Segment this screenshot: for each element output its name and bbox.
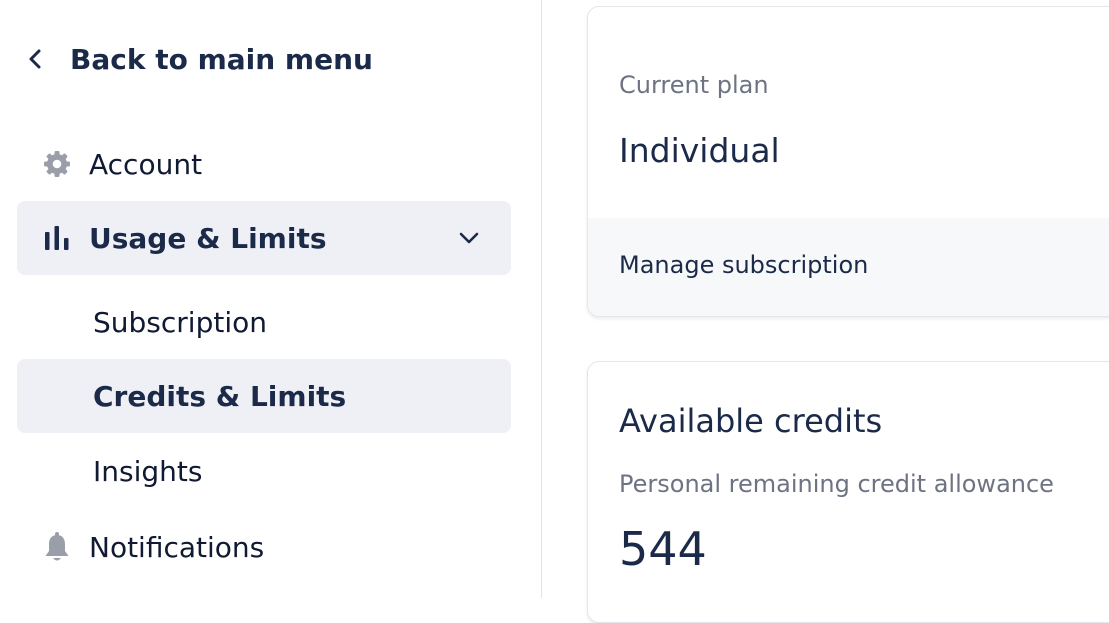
credits-subtitle: Personal remaining credit allowance xyxy=(619,470,1054,498)
sidebar-item-usage-limits-label: Usage & Limits xyxy=(89,221,327,255)
bell-icon xyxy=(41,531,73,563)
gear-icon xyxy=(41,148,73,180)
credits-value: 544 xyxy=(619,522,707,576)
current-plan-label: Current plan xyxy=(619,71,769,99)
sidebar-subitem-insights-label: Insights xyxy=(93,454,203,488)
bar-chart-icon xyxy=(41,222,73,254)
sidebar-subitem-subscription[interactable]: Subscription xyxy=(17,285,511,359)
sidebar-divider xyxy=(541,0,542,598)
sidebar-subitem-credits-limits[interactable]: Credits & Limits xyxy=(17,359,511,433)
current-plan-card: Current plan Individual Manage subscript… xyxy=(587,6,1109,317)
sidebar-item-notifications-label: Notifications xyxy=(89,530,265,564)
chevron-left-icon xyxy=(29,49,41,69)
sidebar-subitem-subscription-label: Subscription xyxy=(93,305,267,339)
plan-card-footer: Manage subscription xyxy=(588,218,1109,316)
sidebar-item-account[interactable]: Account xyxy=(17,127,511,201)
plan-name: Individual xyxy=(619,131,780,170)
manage-subscription-link[interactable]: Manage subscription xyxy=(619,251,868,279)
sidebar-item-usage-limits[interactable]: Usage & Limits xyxy=(17,201,511,275)
back-to-main-menu-link[interactable]: Back to main menu xyxy=(28,38,373,80)
sidebar-item-account-label: Account xyxy=(89,147,203,181)
sidebar-subitem-insights[interactable]: Insights xyxy=(17,434,511,508)
back-to-main-menu-label: Back to main menu xyxy=(70,42,373,76)
sidebar-subitem-credits-limits-label: Credits & Limits xyxy=(93,379,347,413)
available-credits-title: Available credits xyxy=(619,402,883,440)
settings-sidebar: Back to main menu Account Usage & Limits… xyxy=(0,0,541,598)
chevron-down-icon[interactable] xyxy=(458,231,480,245)
available-credits-card: Available credits Personal remaining cre… xyxy=(587,361,1109,623)
sidebar-item-notifications[interactable]: Notifications xyxy=(17,510,511,584)
